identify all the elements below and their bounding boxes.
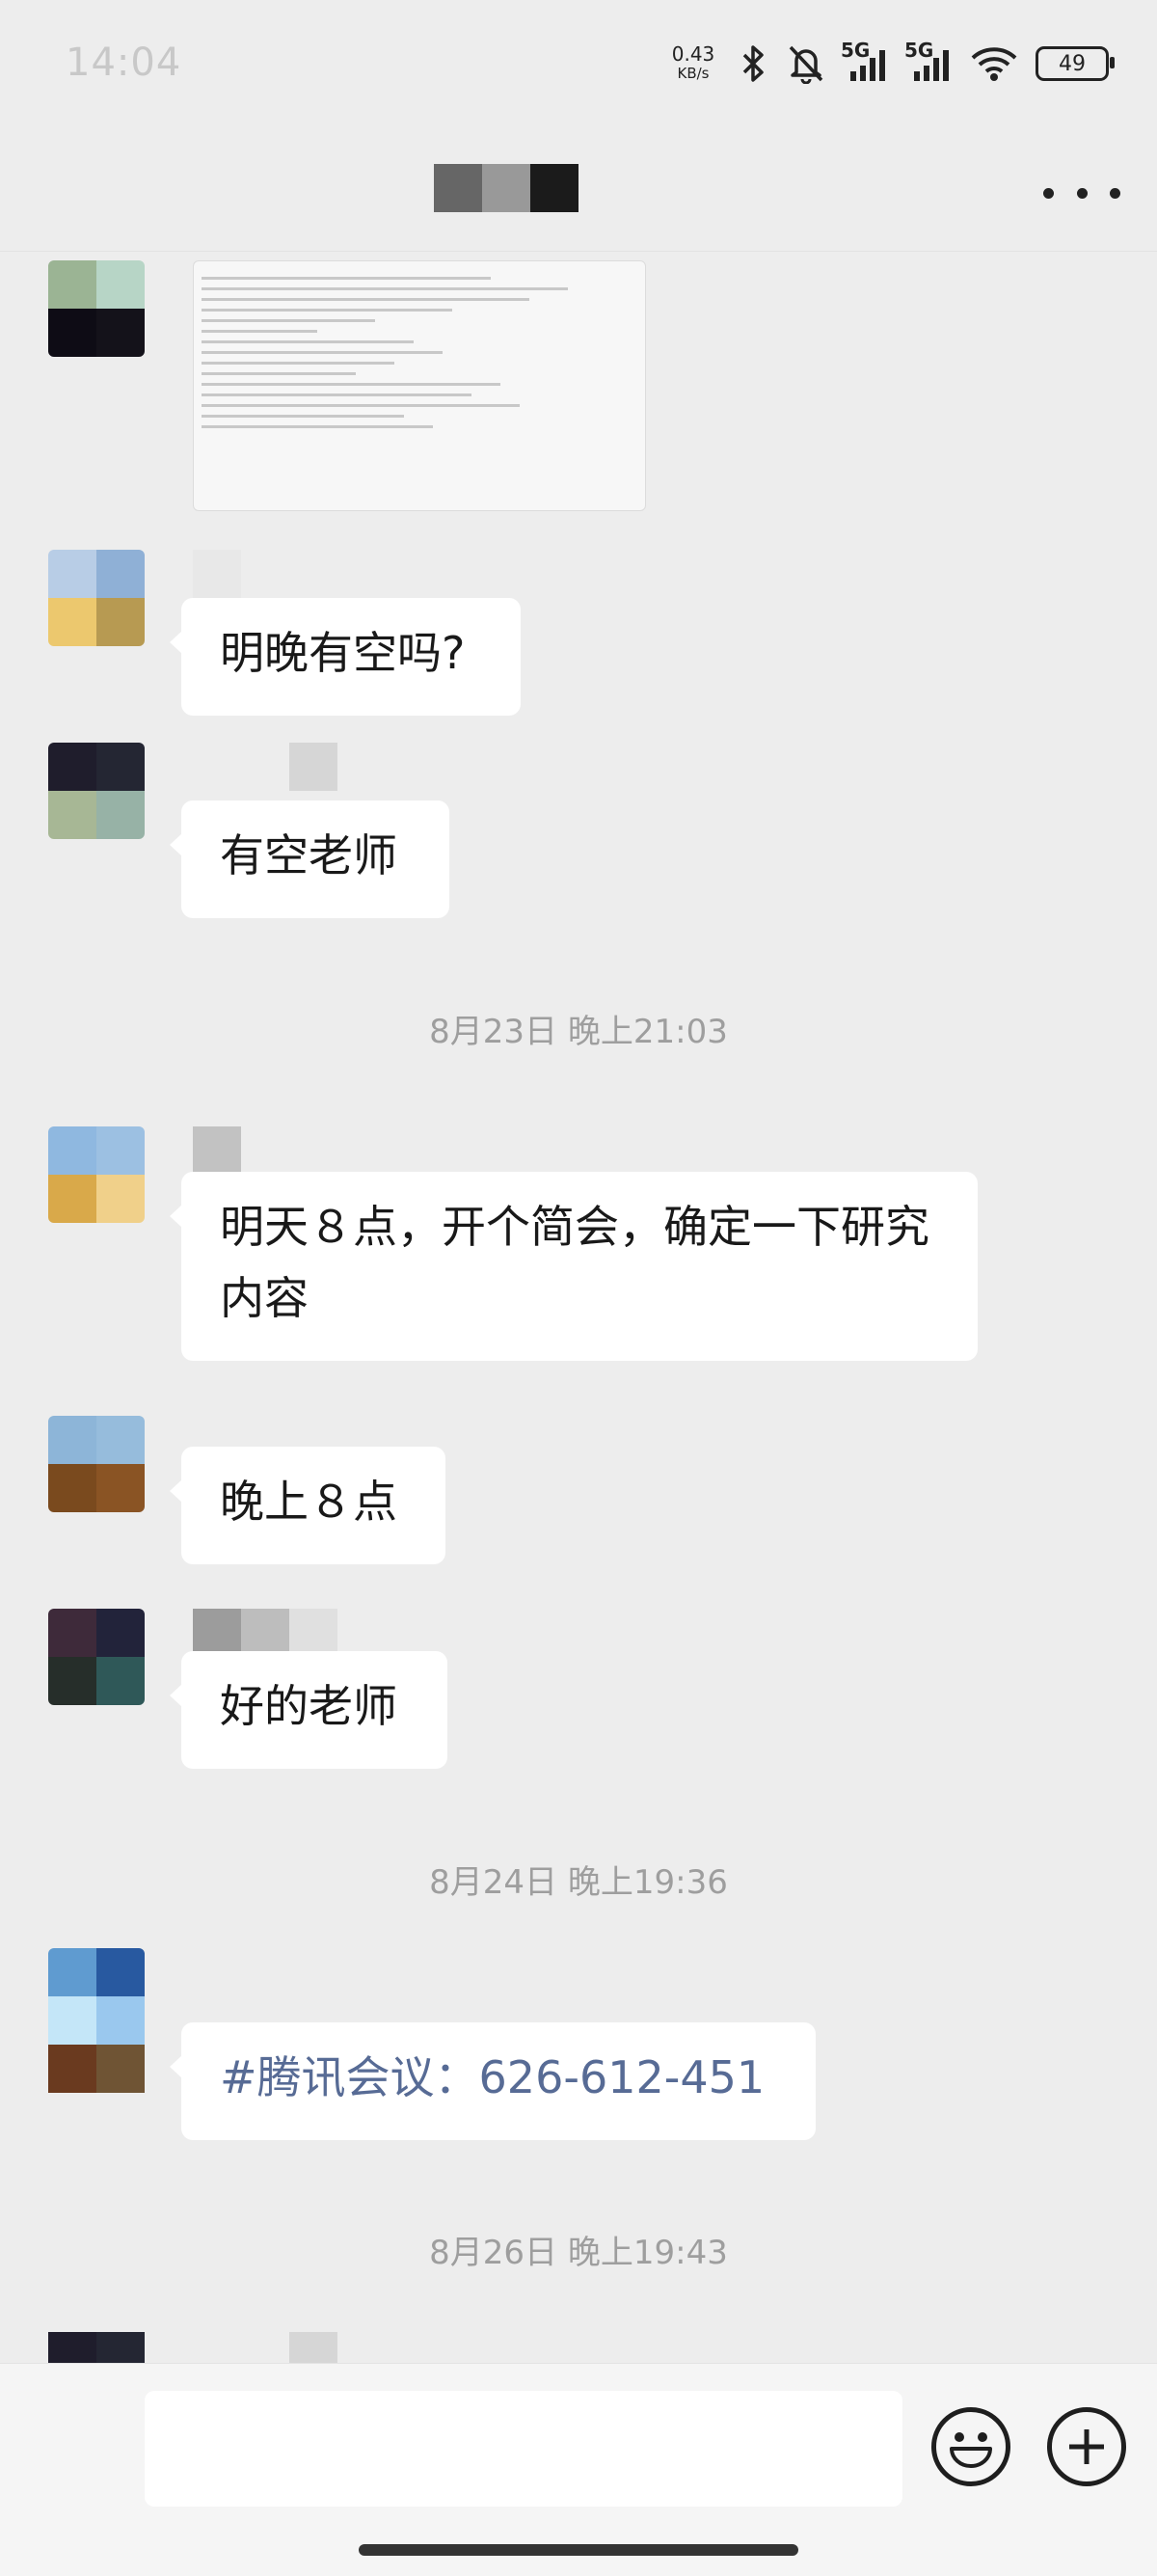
status-bar: 14:04 0.43 KB/s 5G 5G 49: [0, 0, 1157, 125]
avatar[interactable]: [48, 743, 145, 839]
home-indicator[interactable]: [359, 2544, 798, 2556]
avatar[interactable]: [48, 260, 145, 357]
status-icons: 0.43 KB/s 5G 5G 49: [667, 37, 1115, 91]
timestamp: 8月26日 晚上19:43: [429, 2234, 728, 2272]
sender-name-redacted: [193, 1126, 241, 1175]
emoji-icon: [950, 2432, 992, 2468]
meeting-link-bubble[interactable]: #腾讯会议：626-612-451: [170, 2022, 816, 2140]
cellular-signal-2: 5G: [904, 39, 953, 83]
more-dot: [1110, 187, 1120, 199]
avatar-bottom: [48, 2045, 145, 2093]
battery-level: 49: [1059, 51, 1086, 76]
signal-2-label: 5G: [904, 39, 934, 62]
status-time: 14:04: [66, 41, 182, 85]
avatar[interactable]: [48, 1609, 145, 1705]
network-speed-unit: KB/s: [677, 65, 710, 82]
wifi-icon: [970, 44, 1018, 83]
avatar[interactable]: [48, 550, 145, 646]
plus-icon: [1069, 2429, 1104, 2464]
message-bubble[interactable]: 明晚有空吗?: [170, 598, 521, 716]
timestamp: 8月24日 晚上19:36: [429, 1863, 728, 1902]
plus-button[interactable]: [1047, 2407, 1126, 2486]
signal-1-label: 5G: [841, 39, 871, 62]
shared-document-image[interactable]: [193, 260, 646, 511]
mute-bell-icon: [787, 43, 825, 84]
message-bubble[interactable]: 晚上８点: [170, 1447, 445, 1564]
emoji-button[interactable]: [931, 2407, 1010, 2486]
more-dot: [1076, 187, 1088, 199]
message-bubble[interactable]: 好的老师: [170, 1651, 447, 1769]
avatar[interactable]: [48, 1126, 145, 1223]
more-options-button[interactable]: [1043, 174, 1120, 212]
message-bubble[interactable]: 有空老师: [170, 800, 449, 918]
sender-name-redacted: [193, 1609, 337, 1657]
network-speed: 0.43 KB/s: [667, 44, 719, 83]
avatar[interactable]: [48, 1416, 145, 1512]
sender-name-redacted: [289, 2332, 337, 2363]
network-speed-value: 0.43: [671, 42, 715, 66]
sender-name-redacted: [289, 743, 337, 791]
chat-title-redacted: [434, 164, 578, 212]
bluetooth-icon: [737, 43, 769, 84]
message-bubble[interactable]: 明天８点，开个简会，确定一下研究内容: [170, 1172, 978, 1361]
avatar[interactable]: [48, 2332, 145, 2363]
more-dots-icon: [1043, 187, 1054, 199]
chat-header: [0, 125, 1157, 252]
timestamp: 8月23日 晚上21:03: [429, 1013, 728, 1051]
cellular-signal-1: 5G: [841, 39, 889, 83]
battery-indicator: 49: [1036, 46, 1115, 81]
message-input[interactable]: [145, 2391, 902, 2507]
sender-name-redacted: [193, 550, 241, 598]
